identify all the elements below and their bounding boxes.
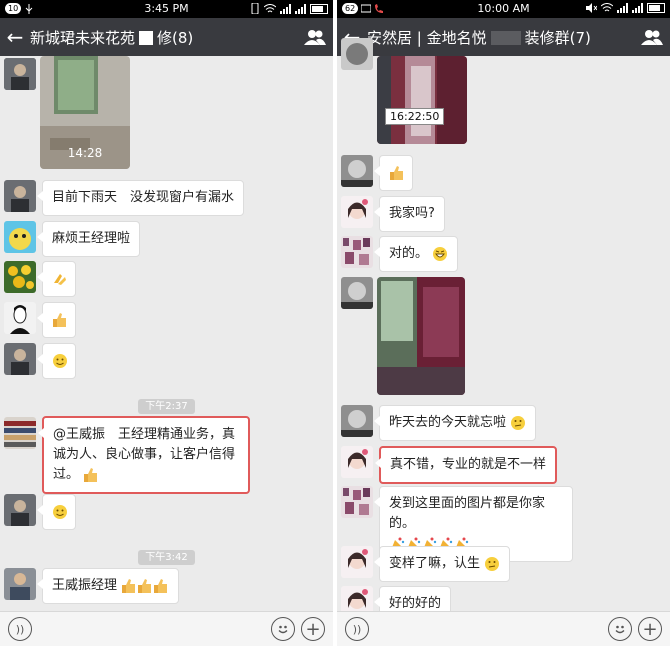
- time-divider: 下午2:37: [0, 394, 333, 414]
- avatar[interactable]: [4, 261, 36, 293]
- group-members-icon[interactable]: [634, 29, 670, 45]
- status-bar: 62 10:00 AM: [337, 0, 670, 18]
- message-list: 14:28 目前下雨天 没发现窗户有漏水 麻烦王经理啦 下午2:37 @王威振 …: [0, 56, 333, 612]
- message-bubble-highlighted[interactable]: 真不错，专业的就是不一样: [374, 446, 558, 484]
- plus-icon[interactable]: +: [301, 617, 325, 641]
- input-bar: )) +: [337, 611, 670, 646]
- message-list: 16:22:50 我家吗? 对的。 昨天去的今天就忘啦 真不错，专业的就是不一样…: [337, 38, 670, 622]
- back-arrow-icon[interactable]: ←: [0, 25, 30, 49]
- avatar[interactable]: [4, 302, 36, 334]
- thumbs-up-icon[interactable]: [37, 302, 76, 338]
- photo-timestamp: 16:22:50: [385, 108, 445, 125]
- thumbs-up-icon: [84, 467, 98, 482]
- avatar[interactable]: [341, 546, 373, 578]
- voice-icon[interactable]: )): [8, 617, 32, 641]
- avatar[interactable]: [341, 155, 373, 187]
- avatar[interactable]: [341, 446, 373, 478]
- avatar[interactable]: [4, 568, 36, 600]
- avatar[interactable]: [4, 221, 36, 253]
- clap-icon[interactable]: [37, 261, 76, 297]
- photo-timestamp: 14:28: [67, 146, 103, 160]
- message-bubble[interactable]: 王威振经理: [36, 568, 180, 604]
- chat-title: 新城珺未来花苑 修(8): [30, 28, 194, 47]
- chat-header: ← 安然居 | 金地名悦 装修群(7): [337, 18, 670, 56]
- signal-icon-2: [295, 3, 306, 14]
- smile-icon[interactable]: [37, 343, 76, 379]
- redaction-block: [490, 31, 521, 45]
- avatar[interactable]: [4, 343, 36, 375]
- wifi-icon: [264, 3, 276, 12]
- signal-icon-2: [632, 3, 643, 13]
- message-bubble[interactable]: 目前下雨天 没发现窗户有漏水: [36, 180, 245, 216]
- redaction-block: [139, 31, 154, 45]
- avatar[interactable]: [341, 196, 373, 228]
- avatar[interactable]: [341, 277, 373, 309]
- avatar[interactable]: [341, 236, 373, 268]
- photo-message[interactable]: 16:22:50: [377, 56, 467, 144]
- thumbs-up-icon: [138, 578, 152, 593]
- wifi-icon: [601, 3, 613, 12]
- photo-message[interactable]: [377, 277, 465, 395]
- message-bubble[interactable]: 变样了嘛，认生: [373, 546, 511, 582]
- avatar[interactable]: [4, 58, 36, 90]
- avatar[interactable]: [4, 180, 36, 212]
- right-chat-panel: 62 10:00 AM ← 安然居 | 金地名悦 装修群(7) 16:22:50…: [337, 0, 670, 646]
- thinking-icon: [511, 415, 526, 430]
- avatar[interactable]: [4, 417, 36, 449]
- message-bubble-highlighted[interactable]: @王威振 王经理精通业务，真诚为人、良心做事，让客户信得过。: [38, 416, 250, 494]
- plus-icon[interactable]: +: [638, 617, 662, 641]
- avatar[interactable]: [341, 405, 373, 437]
- thumbs-up-icon: [122, 578, 136, 593]
- mute-icon: [586, 3, 597, 13]
- left-chat-panel: 10 3:45 PM ← 新城珺未来花苑 修(8) 14:28 目前下雨天 没发…: [0, 0, 333, 646]
- message-bubble[interactable]: 我家吗?: [374, 196, 445, 232]
- grin-icon: [433, 246, 448, 261]
- avatar[interactable]: [4, 494, 36, 526]
- emoji-picker-icon[interactable]: [271, 617, 295, 641]
- chat-title: 安然居 | 金地名悦 装修群(7): [367, 28, 591, 47]
- group-members-icon[interactable]: [297, 29, 333, 45]
- vibrate-icon: [251, 3, 259, 14]
- status-bar: 10 3:45 PM: [0, 0, 333, 18]
- photo-message[interactable]: 14:28: [40, 56, 130, 169]
- smile-icon[interactable]: [37, 494, 76, 530]
- avatar[interactable]: [341, 486, 373, 518]
- voice-icon[interactable]: )): [345, 617, 369, 641]
- input-bar: )) +: [0, 611, 333, 646]
- message-bubble[interactable]: 对的。: [373, 236, 459, 272]
- chat-header: ← 新城珺未来花苑 修(8): [0, 18, 333, 56]
- thinking-icon: [485, 556, 500, 571]
- thumbs-up-icon[interactable]: [374, 155, 413, 191]
- avatar[interactable]: [341, 38, 373, 70]
- battery-icon: [647, 3, 665, 13]
- signal-icon: [280, 3, 291, 14]
- message-bubble[interactable]: 麻烦王经理啦: [36, 221, 141, 257]
- battery-icon: [310, 3, 328, 14]
- time-divider: 下午3:42: [0, 545, 333, 565]
- signal-icon: [617, 3, 628, 13]
- message-bubble[interactable]: 昨天去的今天就忘啦: [373, 405, 537, 441]
- thumbs-up-icon: [154, 578, 168, 593]
- emoji-picker-icon[interactable]: [608, 617, 632, 641]
